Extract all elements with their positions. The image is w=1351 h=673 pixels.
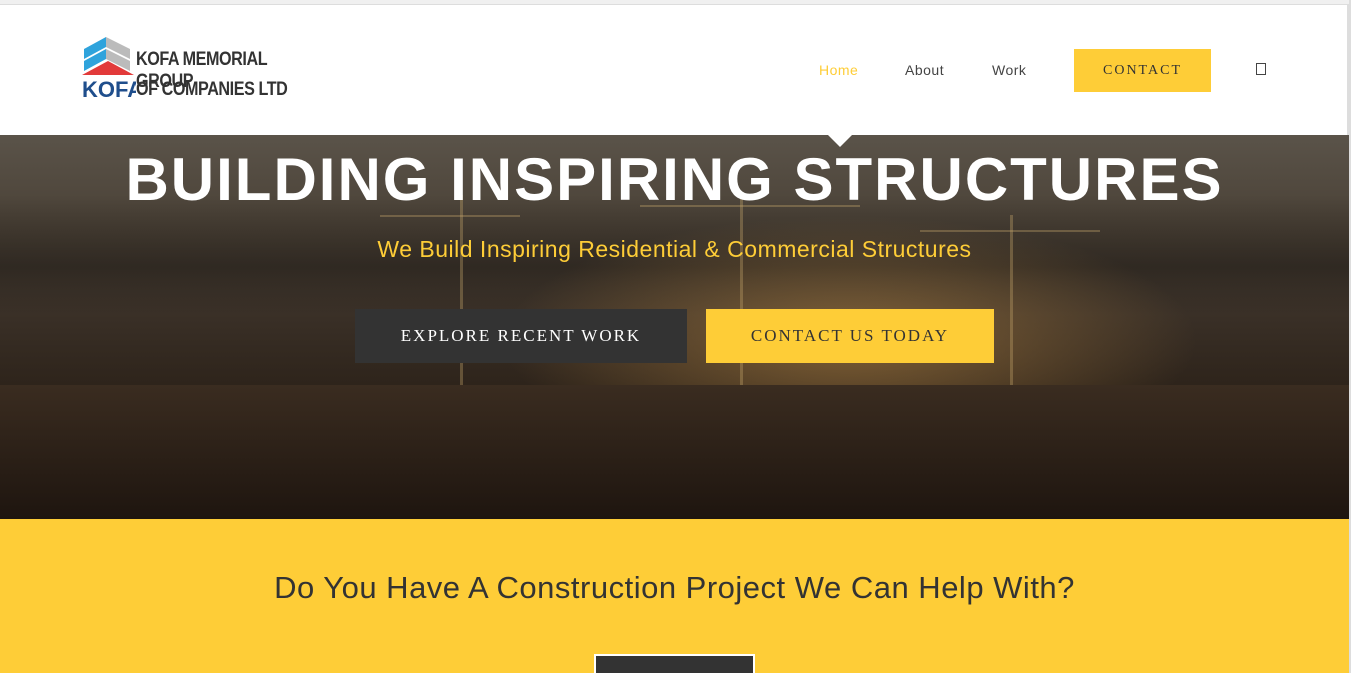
explore-recent-work-button[interactable]: EXPLORE RECENT WORK <box>355 309 687 363</box>
logo-building-icon: KOFA <box>82 37 136 99</box>
nav-home[interactable]: Home <box>819 62 858 78</box>
search-icon[interactable] <box>1256 63 1266 75</box>
contact-us-today-button[interactable]: CONTACT US TODAY <box>706 309 994 363</box>
hero-background-ground <box>0 385 1349 519</box>
contact-button[interactable]: CONTACT <box>1074 49 1211 92</box>
logo-line2: OF COMPANIES LTD <box>136 79 288 100</box>
nav-work[interactable]: Work <box>992 62 1026 78</box>
crane-decor <box>920 230 1100 232</box>
active-nav-indicator <box>828 135 852 147</box>
cta-section: Do You Have A Construction Project We Ca… <box>0 519 1349 673</box>
cta-heading: Do You Have A Construction Project We Ca… <box>274 570 1075 605</box>
cta-button[interactable] <box>594 654 755 673</box>
crane-decor <box>380 215 520 217</box>
crane-decor <box>460 195 463 395</box>
company-logo[interactable]: KOFA KOFA MEMORIAL GROUP OF COMPANIES LT… <box>82 35 322 100</box>
hero-section: BUILDING INSPIRING STRUCTURES We Build I… <box>0 135 1349 519</box>
site-header: KOFA KOFA MEMORIAL GROUP OF COMPANIES LT… <box>0 5 1349 135</box>
hero-subtitle: We Build Inspiring Residential & Commerc… <box>377 236 972 262</box>
nav-about[interactable]: About <box>905 62 944 78</box>
crane-decor <box>740 195 743 395</box>
hero-title: BUILDING INSPIRING STRUCTURES <box>125 146 1224 213</box>
svg-text:KOFA: KOFA <box>82 77 136 99</box>
